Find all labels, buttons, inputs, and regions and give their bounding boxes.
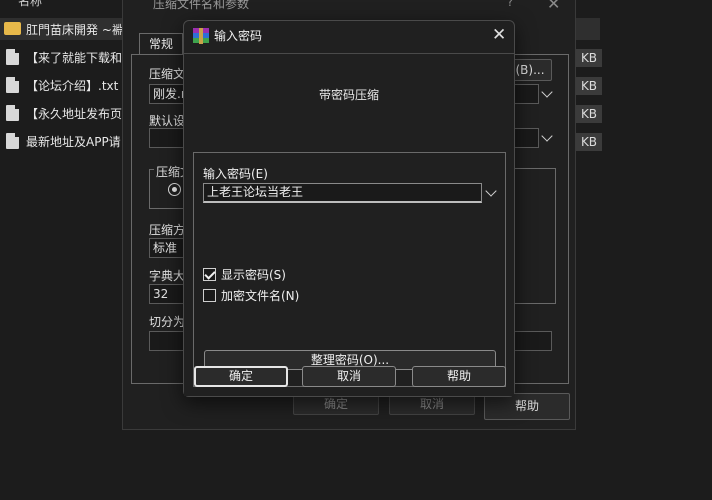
file-name: 【论坛介绍】.txt xyxy=(26,79,119,93)
help-icon[interactable]: ? xyxy=(507,0,513,9)
winrar-icon xyxy=(193,28,209,44)
help-button[interactable]: 帮助 xyxy=(484,393,570,420)
dictionary-size-label: 字典大 xyxy=(149,269,186,283)
folder-icon xyxy=(4,22,21,35)
compression-method-select[interactable]: 标准 xyxy=(149,238,185,258)
cancel-button[interactable]: 取消 xyxy=(302,366,396,387)
chevron-down-icon[interactable] xyxy=(485,185,497,197)
chevron-down-icon[interactable] xyxy=(541,130,553,142)
password-label: 输入密码(E) xyxy=(203,167,268,181)
file-name: 肛門苗床開発 ~裫 xyxy=(26,23,124,37)
document-icon xyxy=(6,49,19,65)
split-unit-select[interactable] xyxy=(512,331,552,351)
password-dialog: 输入密码 ✕ 带密码压缩 输入密码(E) 上老王论坛当老王 显示密码(S) 加密… xyxy=(183,20,515,397)
password-input[interactable]: 上老王论坛当老王 xyxy=(203,183,482,203)
password-group: 输入密码(E) 上老王论坛当老王 显示密码(S) 加密文件名(N) 整理密码(O… xyxy=(193,152,506,387)
document-icon xyxy=(6,105,19,121)
file-name: 【永久地址发布页 xyxy=(26,107,123,121)
help-button[interactable]: 帮助 xyxy=(412,366,506,387)
dictionary-size-select[interactable]: 32 xyxy=(149,284,185,304)
column-header-name[interactable]: 名称 xyxy=(18,0,42,9)
archive-name-label: 压缩文 xyxy=(149,67,186,81)
file-size: KB xyxy=(576,77,602,95)
file-name: 最新地址及APP请 xyxy=(26,135,121,149)
document-icon xyxy=(6,133,19,149)
file-size: KB xyxy=(576,105,602,123)
encrypt-filenames-label: 加密文件名(N) xyxy=(221,289,300,303)
ok-button[interactable]: 确定 xyxy=(194,366,288,387)
file-size: KB xyxy=(576,49,602,67)
file-size: KB xyxy=(576,133,602,151)
close-icon[interactable]: ✕ xyxy=(492,25,506,45)
default-settings-label: 默认设 xyxy=(149,114,186,128)
dialog-heading: 带密码压缩 xyxy=(318,88,379,102)
split-volumes-label: 切分为 xyxy=(149,315,186,329)
file-name: 【来了就能下载和 xyxy=(26,51,123,65)
rar-radio[interactable] xyxy=(168,183,181,196)
checkbox-checked[interactable] xyxy=(203,268,216,281)
chevron-down-icon[interactable] xyxy=(541,86,553,98)
compression-method-label: 压缩方 xyxy=(149,223,186,237)
show-password-label: 显示密码(S) xyxy=(221,268,286,282)
dialog-body: 带密码压缩 输入密码(E) 上老王论坛当老王 显示密码(S) 加密文件名(N) … xyxy=(184,53,514,396)
split-volumes-field[interactable] xyxy=(149,331,185,351)
dialog-title: 输入密码 xyxy=(214,29,263,43)
close-icon[interactable]: ✕ xyxy=(547,0,560,13)
tab-general[interactable]: 常规 xyxy=(139,33,183,55)
document-icon xyxy=(6,77,19,93)
dialog-title: 压缩文件名和参数 xyxy=(153,0,250,11)
checkbox-unchecked[interactable] xyxy=(203,289,216,302)
